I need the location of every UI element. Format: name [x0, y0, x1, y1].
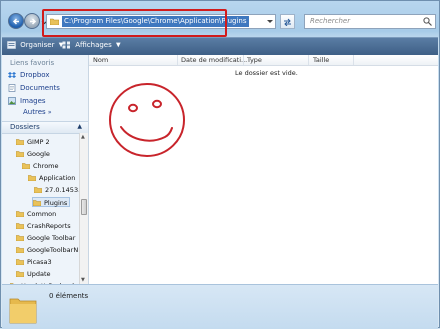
- column-header-date[interactable]: Date de modificati...: [181, 56, 247, 64]
- large-folder-icon: [9, 298, 37, 324]
- folder-icon: [16, 271, 24, 277]
- tree-item-label: Common: [27, 210, 57, 218]
- documents-icon: [8, 84, 16, 92]
- chevron-right-icon: »: [47, 109, 52, 116]
- dropbox-icon: [8, 71, 16, 78]
- images-icon: [8, 97, 16, 105]
- back-button[interactable]: [8, 13, 24, 29]
- column-divider[interactable]: [177, 55, 178, 65]
- scrollbar-thumb[interactable]: [81, 199, 87, 215]
- organize-icon: [7, 41, 16, 49]
- tree-item[interactable]: Application: [28, 173, 75, 183]
- tree-item-label: Update: [27, 270, 51, 278]
- column-header-row: Nom Date de modificati... Type Taille: [89, 55, 438, 66]
- tree-item-label: GIMP 2: [27, 138, 50, 146]
- tree-item[interactable]: Picasa3: [16, 257, 52, 267]
- search-box[interactable]: Rechercher: [304, 14, 436, 29]
- folder-icon: [16, 223, 24, 229]
- others-label: Autres: [23, 108, 46, 116]
- back-arrow-icon: [12, 18, 19, 25]
- folder-icon: [34, 187, 42, 193]
- favorite-label: Dropbox: [20, 71, 50, 79]
- organize-label: Organiser: [20, 41, 55, 49]
- organize-button[interactable]: Organiser ▼: [7, 41, 63, 49]
- column-header-size[interactable]: Taille: [313, 56, 329, 64]
- tree-item[interactable]: Chrome: [22, 161, 59, 171]
- chevron-up-icon: ▲: [77, 123, 82, 130]
- tree-item-label: Google Toolbar: [27, 234, 76, 242]
- command-toolbar: Organiser ▼ Affichages ▼: [2, 37, 438, 55]
- tree-item-label: Chrome: [33, 162, 59, 170]
- column-header-type[interactable]: Type: [247, 56, 262, 64]
- views-label: Affichages: [75, 41, 112, 49]
- forward-arrow-icon: [30, 18, 37, 25]
- folder-tree: GIMP 2 Google Chrome Application 27.0.1453.9…: [2, 133, 79, 284]
- tree-scrollbar[interactable]: ▲ ▼: [79, 133, 88, 284]
- folder-icon: [16, 247, 24, 253]
- tree-item-label: GoogleToolbarN: [27, 246, 79, 254]
- favorite-dropbox[interactable]: Dropbox: [8, 70, 50, 80]
- tree-item[interactable]: GIMP 2: [16, 137, 50, 147]
- scroll-up-icon[interactable]: ▲: [81, 134, 85, 140]
- favorites-others-button[interactable]: Autres »: [23, 108, 52, 116]
- tree-item-label: Picasa3: [27, 258, 52, 266]
- smiley-annotation: [109, 83, 185, 157]
- column-divider[interactable]: [353, 55, 354, 65]
- tree-item-label: CrashReports: [27, 222, 71, 230]
- item-count: 0 éléments: [49, 292, 89, 300]
- folders-header-label: Dossiers: [10, 123, 40, 131]
- tree-item-label: Plugins: [44, 199, 68, 207]
- address-dropdown-icon[interactable]: [267, 19, 273, 24]
- forward-button[interactable]: [24, 13, 40, 29]
- tree-item[interactable]: GoogleToolbarN: [16, 245, 78, 255]
- tree-item-label: Application: [39, 174, 76, 182]
- tree-item[interactable]: Google: [16, 149, 50, 159]
- empty-folder-message: Le dossier est vide.: [235, 69, 298, 77]
- scroll-down-icon[interactable]: ▼: [81, 277, 85, 283]
- favorites-title: Liens favoris: [10, 59, 55, 67]
- folder-icon: [16, 235, 24, 241]
- column-divider[interactable]: [243, 55, 244, 65]
- favorite-label: Images: [20, 97, 46, 105]
- folder-icon: [16, 259, 24, 265]
- favorite-label: Documents: [20, 84, 60, 92]
- column-header-name[interactable]: Nom: [93, 56, 108, 64]
- tree-item[interactable]: Common: [16, 209, 56, 219]
- search-placeholder: Rechercher: [310, 17, 351, 25]
- search-icon[interactable]: [423, 17, 432, 26]
- open-folder-icon: [28, 175, 36, 181]
- column-divider[interactable]: [308, 55, 309, 65]
- tree-item[interactable]: CrashReports: [16, 221, 71, 231]
- folder-icon: [33, 200, 41, 206]
- favorite-images[interactable]: Images: [8, 96, 46, 106]
- favorite-documents[interactable]: Documents: [8, 83, 60, 93]
- tree-item[interactable]: Google Toolbar: [16, 233, 75, 243]
- tree-item[interactable]: 27.0.1453.94: [34, 185, 79, 195]
- open-folder-icon: [16, 139, 24, 145]
- tree-item-label: Google: [27, 150, 50, 158]
- tree-item[interactable]: Plugins: [32, 197, 71, 207]
- tree-item-label: 27.0.1453.94: [45, 186, 79, 194]
- navigation-pane: Liens favoris Dropbox Documents Images A…: [2, 55, 89, 284]
- refresh-button[interactable]: [280, 14, 295, 29]
- views-icon: [62, 41, 70, 49]
- explorer-window: C:\Program Files\Google\Chrome\Applicati…: [0, 0, 440, 329]
- details-pane: 0 éléments: [2, 284, 438, 329]
- open-folder-icon: [22, 163, 30, 169]
- address-highlight-annotation: [42, 9, 227, 37]
- chevron-down-icon: ▼: [116, 41, 121, 49]
- folder-icon: [16, 211, 24, 217]
- open-folder-icon: [16, 151, 24, 157]
- views-button[interactable]: Affichages ▼: [62, 41, 121, 49]
- refresh-icon: [284, 18, 291, 26]
- tree-item[interactable]: Update: [16, 269, 51, 279]
